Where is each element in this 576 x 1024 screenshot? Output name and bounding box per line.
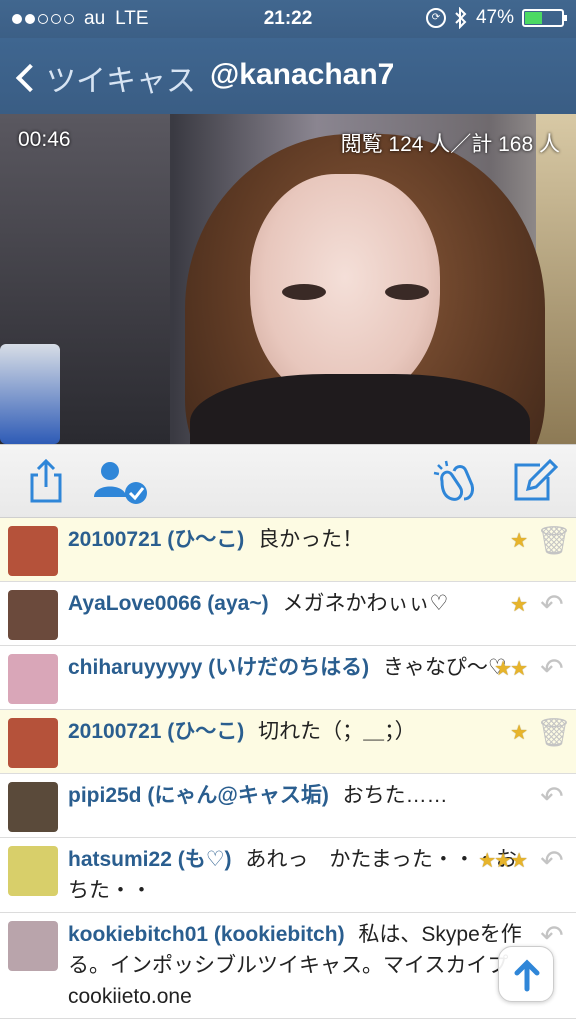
avatar[interactable] bbox=[8, 654, 58, 704]
avatar[interactable] bbox=[8, 846, 58, 896]
avatar[interactable] bbox=[8, 526, 58, 576]
star-badge-icon: ★★★ bbox=[478, 850, 528, 872]
rotation-lock-icon: ⟳ bbox=[425, 8, 446, 28]
bluetooth-icon bbox=[455, 7, 467, 29]
comment-body: 20100721 (ひ〜こ) 良かった！ bbox=[68, 524, 524, 555]
comment-row[interactable]: 20100721 (ひ〜こ) 良かった！ ★ 🗑 bbox=[0, 518, 576, 582]
reply-icon[interactable]: ↶ bbox=[536, 654, 568, 686]
chevron-left-icon bbox=[15, 63, 45, 93]
video-subject-eye bbox=[282, 284, 326, 300]
comment-text: おちた…… bbox=[342, 784, 448, 807]
reply-icon[interactable]: ↶ bbox=[536, 846, 568, 878]
video-subject-eye bbox=[385, 284, 429, 300]
comment-username[interactable]: chiharuyyyyy (いけだのちはる) bbox=[68, 656, 369, 679]
star-badge-icon: ★ bbox=[510, 594, 528, 616]
comment-username[interactable]: hatsumi22 (も♡) bbox=[68, 848, 232, 871]
comment-body: 20100721 (ひ〜こ) 切れた（；＿；） bbox=[68, 716, 524, 747]
compose-button[interactable] bbox=[510, 457, 559, 505]
comment-text: メガネかわぃぃ♡ bbox=[282, 592, 449, 615]
comment-body: hatsumi22 (も♡) あれっ かたまった・・・おちた・・ bbox=[68, 844, 524, 906]
video-subject-body bbox=[190, 374, 530, 444]
arrow-up-icon bbox=[514, 959, 540, 992]
live-video[interactable]: 00:46 閲覧 124 人／計 168 人 bbox=[0, 114, 576, 444]
comment-username[interactable]: pipi25d (にゃん@キャス垢) bbox=[68, 784, 329, 807]
comment-row[interactable]: kookiebitch01 (kookiebitch) 私は、Skypeを作る。… bbox=[0, 913, 576, 1019]
comment-username[interactable]: kookiebitch01 (kookiebitch) bbox=[68, 923, 345, 946]
comment-row[interactable]: chiharuyyyyy (いけだのちはる) きゃなぴ〜♡ ★★ ↶ bbox=[0, 646, 576, 710]
page-title: @kanachan7 bbox=[210, 58, 395, 91]
comment-row[interactable]: 20100721 (ひ〜こ) 切れた（；＿；） ★ 🗑 bbox=[0, 710, 576, 774]
comment-row[interactable]: pipi25d (にゃん@キャス垢) おちた…… ↶ bbox=[0, 774, 576, 838]
battery-percent: 47% bbox=[475, 7, 514, 28]
comment-body: kookiebitch01 (kookiebitch) 私は、Skypeを作る。… bbox=[68, 919, 524, 1012]
back-button-label: ツイキャス bbox=[46, 65, 196, 98]
compose-icon bbox=[514, 458, 559, 501]
status-right: ⟳ 47% bbox=[425, 7, 567, 29]
elapsed-time: 00:46 bbox=[18, 128, 71, 151]
comment-username[interactable]: AyaLove0066 (aya~) bbox=[68, 592, 269, 615]
comment-list[interactable]: 20100721 (ひ〜こ) 良かった！ ★ 🗑 AyaLove0066 (ay… bbox=[0, 518, 576, 1024]
battery-icon bbox=[522, 9, 567, 27]
comment-body: AyaLove0066 (aya~) メガネかわぃぃ♡ bbox=[68, 588, 524, 619]
back-button[interactable]: ツイキャス bbox=[12, 56, 196, 100]
star-badge-icon: ★ bbox=[510, 722, 528, 744]
comment-text: 良かった！ bbox=[258, 528, 364, 551]
comment-row[interactable]: AyaLove0066 (aya~) メガネかわぃぃ♡ ★ ↶ bbox=[0, 582, 576, 646]
comment-username[interactable]: 20100721 (ひ〜こ) bbox=[68, 528, 244, 551]
navigation-bar: ツイキャス @kanachan7 bbox=[0, 38, 576, 114]
star-badge-icon: ★ bbox=[510, 530, 528, 552]
avatar[interactable] bbox=[8, 782, 58, 832]
trash-icon[interactable]: 🗑 bbox=[536, 718, 572, 750]
comment-row[interactable]: hatsumi22 (も♡) あれっ かたまった・・・おちた・・ ★★★ ↶ bbox=[0, 838, 576, 913]
comment-username[interactable]: 20100721 (ひ〜こ) bbox=[68, 720, 244, 743]
reply-icon[interactable]: ↶ bbox=[536, 782, 568, 814]
video-object bbox=[0, 344, 60, 444]
status-bar: au LTE 21:22 ⟳ 47% bbox=[0, 0, 576, 38]
follow-user-icon bbox=[94, 462, 147, 504]
action-toolbar bbox=[0, 444, 576, 518]
viewer-count: 閲覧 124 人／計 168 人 bbox=[340, 133, 560, 156]
trash-icon[interactable]: 🗑 bbox=[536, 526, 572, 558]
avatar[interactable] bbox=[8, 590, 58, 640]
comment-body: chiharuyyyyy (いけだのちはる) きゃなぴ〜♡ bbox=[68, 652, 524, 683]
share-icon bbox=[30, 458, 62, 503]
comment-body: pipi25d (にゃん@キャス垢) おちた…… bbox=[68, 780, 524, 811]
avatar[interactable] bbox=[8, 921, 58, 971]
reply-icon[interactable]: ↶ bbox=[536, 590, 568, 622]
clap-icon bbox=[433, 460, 474, 501]
comment-text: きゃなぴ〜♡ bbox=[382, 656, 507, 679]
avatar[interactable] bbox=[8, 718, 58, 768]
follow-button[interactable] bbox=[92, 457, 152, 505]
scroll-to-top-button[interactable] bbox=[498, 946, 554, 1002]
star-badge-icon: ★★ bbox=[494, 658, 528, 680]
clap-button[interactable] bbox=[430, 457, 486, 505]
share-button[interactable] bbox=[22, 457, 70, 505]
comment-text: 切れた（；＿；） bbox=[258, 720, 416, 743]
